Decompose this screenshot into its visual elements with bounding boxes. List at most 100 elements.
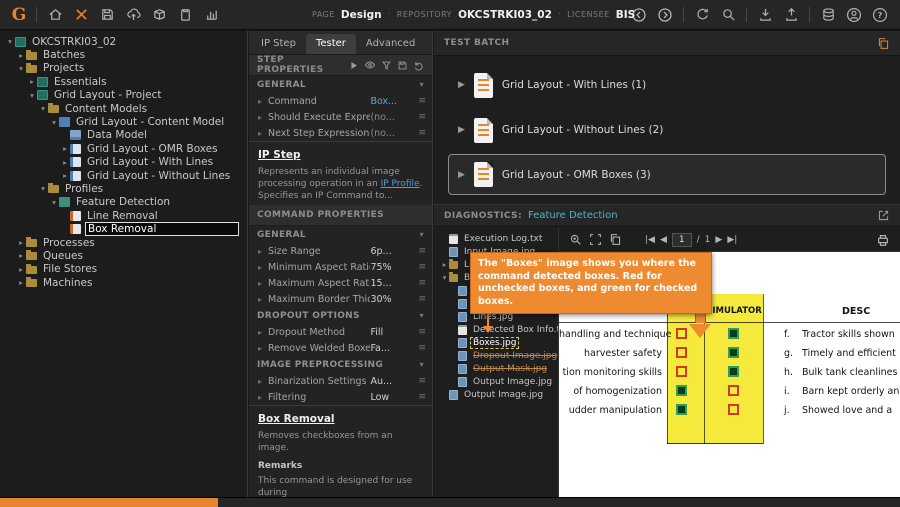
property-row[interactable]: ▸ Command Box... ≡ bbox=[249, 93, 432, 109]
property-value[interactable]: Low bbox=[370, 392, 415, 403]
property-value[interactable]: Au... bbox=[370, 376, 415, 387]
expander-icon[interactable] bbox=[38, 184, 48, 193]
tree-item[interactable]: File Stores bbox=[0, 263, 247, 276]
expander-icon[interactable]: ▸ bbox=[258, 263, 268, 272]
undo-icon[interactable] bbox=[413, 60, 424, 71]
tree-item[interactable]: Content Models bbox=[0, 102, 247, 115]
search-icon[interactable] bbox=[716, 3, 740, 27]
property-value[interactable]: 15... bbox=[370, 278, 415, 289]
property-value[interactable]: 6p... bbox=[370, 246, 415, 257]
file-item[interactable]: Output Image.jpg bbox=[434, 388, 558, 401]
property-value[interactable]: Fill bbox=[370, 327, 415, 338]
copy-pages-icon[interactable] bbox=[609, 233, 622, 246]
expander-icon[interactable]: ▸ bbox=[258, 279, 268, 288]
menu-icon[interactable]: ≡ bbox=[418, 246, 426, 256]
expander-icon[interactable] bbox=[16, 51, 26, 60]
expander-icon[interactable]: ▸ bbox=[258, 97, 268, 106]
expander-icon[interactable]: ▶ bbox=[458, 125, 465, 135]
tree-item[interactable]: Line Removal bbox=[0, 209, 247, 222]
menu-icon[interactable]: ≡ bbox=[418, 327, 426, 337]
property-value[interactable]: 75% bbox=[370, 262, 415, 273]
expander-icon[interactable]: ▸ bbox=[258, 129, 268, 138]
tree-item[interactable]: Grid Layout - Without Lines bbox=[0, 169, 247, 182]
user-icon[interactable] bbox=[842, 3, 866, 27]
expander-icon[interactable] bbox=[49, 118, 59, 127]
open-in-window-icon[interactable] bbox=[877, 209, 890, 222]
page-value[interactable]: Design bbox=[341, 9, 382, 21]
expander-icon[interactable] bbox=[27, 77, 37, 86]
property-row[interactable]: ▸ Binarization Settings Au... ≡ bbox=[249, 373, 432, 389]
expander-icon[interactable] bbox=[440, 273, 449, 282]
last-page-icon[interactable]: ▶| bbox=[727, 235, 737, 245]
expander-icon[interactable]: ▶ bbox=[458, 80, 465, 90]
repository-value[interactable]: OKCSTRKI03_02 bbox=[458, 9, 552, 21]
expander-icon[interactable] bbox=[5, 37, 15, 46]
expander-icon[interactable] bbox=[16, 278, 26, 287]
section-header-general-cmd[interactable]: GENERAL ▾ bbox=[249, 226, 432, 243]
file-item[interactable]: Execution Log.txt bbox=[434, 232, 558, 245]
page-number-input[interactable]: 1 bbox=[671, 232, 692, 247]
expander-icon[interactable]: ▸ bbox=[258, 344, 268, 353]
property-row[interactable]: ▸ Next Step Expression (no... ≡ bbox=[249, 125, 432, 141]
zoom-in-icon[interactable] bbox=[569, 233, 582, 246]
download-icon[interactable] bbox=[753, 3, 777, 27]
property-value[interactable]: (no... bbox=[370, 128, 415, 139]
property-row[interactable]: ▸ Filtering Low ≡ bbox=[249, 389, 432, 405]
batch-item[interactable]: ▶ Grid Layout - OMR Boxes (3) bbox=[448, 154, 886, 196]
tab[interactable]: Tester bbox=[305, 34, 356, 54]
file-item[interactable]: Detected Box Info.txt bbox=[434, 323, 558, 336]
tree-item[interactable]: Grid Layout - Project bbox=[0, 89, 247, 102]
expander-icon[interactable]: ▸ bbox=[258, 328, 268, 337]
expander-icon[interactable]: ▸ bbox=[258, 247, 268, 256]
save-icon[interactable] bbox=[95, 3, 119, 27]
expander-icon[interactable]: ▸ bbox=[258, 393, 268, 402]
expander-icon[interactable] bbox=[440, 260, 449, 269]
menu-icon[interactable]: ≡ bbox=[418, 128, 426, 138]
chart-icon[interactable] bbox=[199, 3, 223, 27]
clipboard-icon[interactable] bbox=[173, 3, 197, 27]
tree-item[interactable]: Batches bbox=[0, 48, 247, 61]
expander-icon[interactable]: ▸ bbox=[258, 295, 268, 304]
expander-icon[interactable] bbox=[60, 171, 70, 180]
property-value[interactable]: 30% bbox=[370, 294, 415, 305]
expander-icon[interactable]: ▸ bbox=[258, 113, 268, 122]
expander-icon[interactable] bbox=[27, 91, 37, 100]
print-icon[interactable] bbox=[876, 233, 890, 247]
filter-clear-icon[interactable] bbox=[381, 60, 392, 71]
section-header-dropout[interactable]: DROPOUT OPTIONS ▾ bbox=[249, 307, 432, 324]
property-row[interactable]: ▸ Size Range 6p... ≡ bbox=[249, 243, 432, 259]
tree-item[interactable]: Processes bbox=[0, 236, 247, 249]
tree-item[interactable]: Data Model bbox=[0, 129, 247, 142]
property-row[interactable]: ▸ Maximum Border Thickness 30% ≡ bbox=[249, 291, 432, 307]
play-icon[interactable] bbox=[348, 60, 359, 71]
menu-icon[interactable]: ≡ bbox=[418, 96, 426, 106]
batch-pages-icon[interactable] bbox=[877, 37, 890, 50]
property-row[interactable]: ▸ Should Execute Expression (no... ≡ bbox=[249, 109, 432, 125]
property-row[interactable]: ▸ Minimum Aspect Ratio 75% ≡ bbox=[249, 259, 432, 275]
tree-item[interactable]: Queues bbox=[0, 249, 247, 262]
layers-icon[interactable] bbox=[816, 3, 840, 27]
help-icon[interactable]: ? bbox=[868, 3, 892, 27]
tree-item[interactable]: Box Removal bbox=[0, 222, 247, 237]
expander-icon[interactable] bbox=[16, 265, 26, 274]
expander-icon[interactable] bbox=[16, 251, 26, 260]
section-header-general[interactable]: GENERAL ▾ bbox=[249, 76, 432, 93]
expander-icon[interactable] bbox=[16, 238, 26, 247]
property-row[interactable]: ▸ Remove Welded Boxes Fa... ≡ bbox=[249, 340, 432, 356]
expander-icon[interactable] bbox=[60, 158, 70, 167]
batch-item[interactable]: ▶ Grid Layout - Without Lines (2) bbox=[448, 110, 886, 151]
eye-icon[interactable] bbox=[364, 59, 376, 71]
menu-icon[interactable]: ≡ bbox=[418, 278, 426, 288]
file-item[interactable]: Output Mask.jpg bbox=[434, 362, 558, 375]
cloud-upload-icon[interactable] bbox=[121, 3, 145, 27]
tree-item[interactable]: Feature Detection bbox=[0, 196, 247, 209]
diagnostics-value[interactable]: Feature Detection bbox=[528, 210, 618, 221]
tree-item[interactable]: OKCSTRKI03_02 bbox=[0, 35, 247, 48]
tree-item[interactable]: Projects bbox=[0, 62, 247, 75]
file-item[interactable]: Boxes.jpg bbox=[434, 336, 558, 349]
package-icon[interactable] bbox=[147, 3, 171, 27]
tree-item[interactable]: Essentials bbox=[0, 75, 247, 88]
property-row[interactable]: ▸ Maximum Aspect Ratio 15... ≡ bbox=[249, 275, 432, 291]
property-value[interactable]: Fa... bbox=[370, 343, 415, 354]
tree-item[interactable]: Grid Layout - With Lines bbox=[0, 156, 247, 169]
